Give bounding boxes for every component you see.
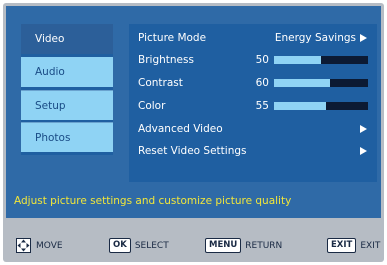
slider-fill [274, 79, 331, 87]
sidebar-item-setup[interactable]: Setup [21, 90, 113, 120]
brightness-slider[interactable] [274, 56, 368, 64]
reset-video-settings-row[interactable]: Reset Video Settings [129, 141, 377, 161]
settings-panel: Picture Mode Energy Savings Brightness 5… [129, 24, 377, 182]
contrast-value: 60 [255, 77, 269, 89]
picture-mode-value: Energy Savings [274, 32, 356, 44]
menu-key: MENU [205, 238, 242, 253]
brightness-value: 50 [255, 54, 269, 66]
right-arrow-icon [360, 34, 367, 42]
move-hint: MOVE [16, 238, 63, 254]
main-frame: Video Audio Setup Photos Picture Mode En… [6, 6, 381, 212]
row-label: Brightness [138, 54, 194, 66]
right-arrow-icon [360, 125, 367, 133]
slider-fill [274, 102, 326, 110]
select-hint: OK SELECT [109, 238, 169, 254]
color-slider[interactable] [274, 102, 368, 110]
row-label: Color [138, 100, 166, 112]
footer-hints: MOVE OK SELECT MENU RETURN EXIT EXIT [6, 232, 381, 260]
brightness-row[interactable]: Brightness 50 [129, 50, 377, 70]
sidebar-item-video[interactable]: Video [21, 24, 113, 54]
slider-fill [274, 56, 321, 64]
exit-key: EXIT [327, 238, 357, 253]
return-hint: MENU RETURN [205, 238, 282, 254]
select-label: SELECT [134, 241, 169, 251]
sidebar-item-photos[interactable]: Photos [21, 122, 113, 152]
advanced-video-row[interactable]: Advanced Video [129, 119, 377, 139]
move-arrows-icon [16, 238, 31, 253]
row-label: Picture Mode [138, 32, 207, 44]
color-row[interactable]: Color 55 [129, 96, 377, 116]
sidebar-item-label: Setup [35, 100, 66, 112]
return-label: RETURN [245, 241, 283, 251]
right-arrow-icon [360, 147, 367, 155]
row-label: Advanced Video [138, 123, 223, 135]
osd-window: Video Audio Setup Photos Picture Mode En… [3, 3, 384, 262]
row-label: Reset Video Settings [138, 145, 247, 157]
category-sidebar: Video Audio Setup Photos [21, 24, 113, 155]
sidebar-item-audio[interactable]: Audio [21, 57, 113, 87]
sidebar-item-label: Audio [35, 66, 65, 78]
move-label: MOVE [36, 241, 63, 251]
description-bar: Adjust picture settings and customize pi… [6, 188, 381, 218]
exit-label: EXIT [360, 241, 381, 251]
contrast-slider[interactable] [274, 79, 368, 87]
picture-mode-row[interactable]: Picture Mode Energy Savings [129, 28, 377, 48]
sidebar-item-label: Photos [35, 132, 71, 144]
color-value: 55 [255, 100, 269, 112]
ok-key: OK [109, 238, 131, 253]
contrast-row[interactable]: Contrast 60 [129, 73, 377, 93]
row-label: Contrast [138, 77, 183, 89]
sidebar-item-label: Video [35, 33, 65, 45]
exit-hint: EXIT EXIT [327, 238, 380, 254]
description-text: Adjust picture settings and customize pi… [14, 195, 292, 207]
